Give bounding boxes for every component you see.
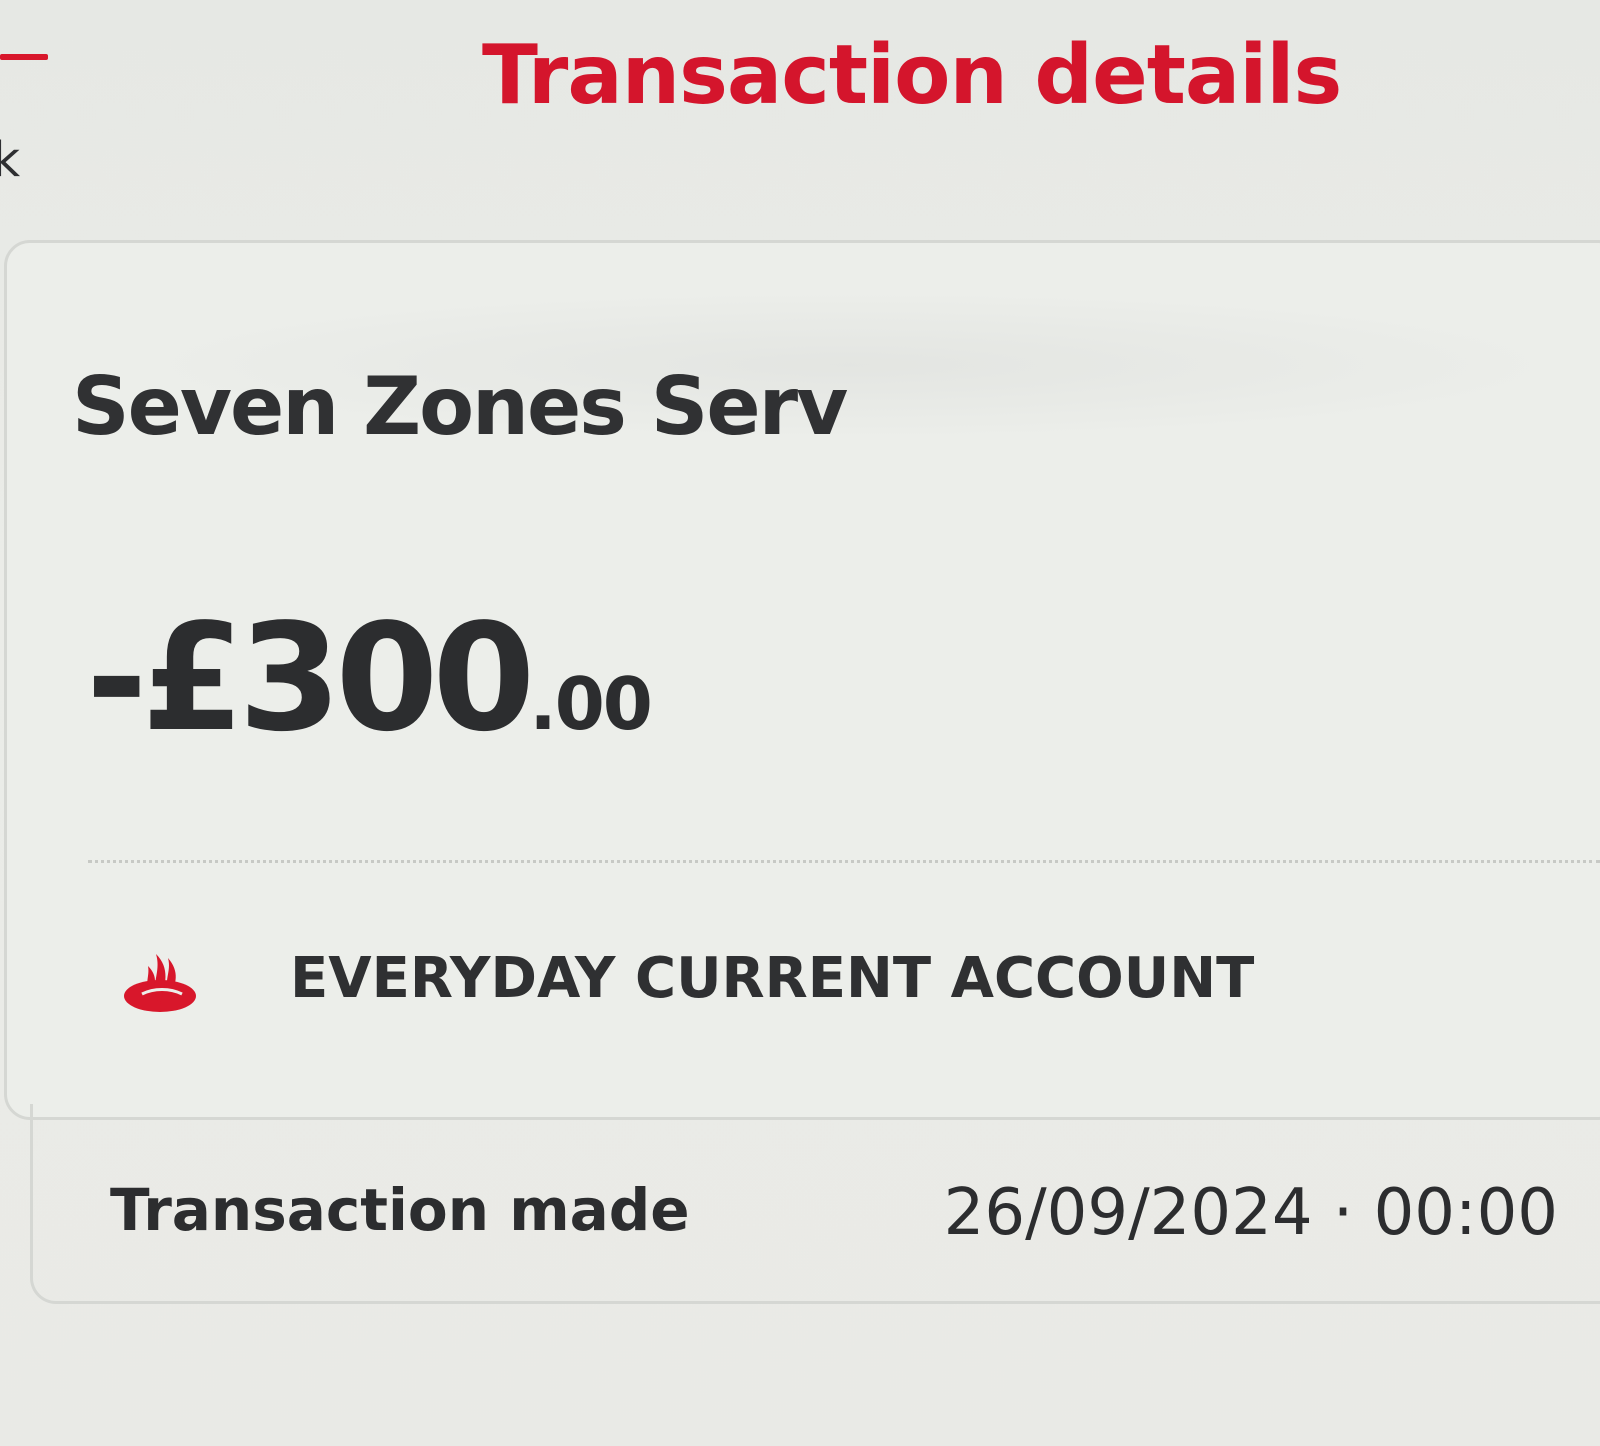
detail-row-transaction-made: Transaction made 26/09/2024 · 00:00 [110,1176,1600,1256]
merchant-name: Seven Zones Serv [72,360,848,453]
bank-flame-icon [124,954,196,1012]
account-row: EVERYDAY CURRENT ACCOUNT [120,940,1320,1020]
detail-label: Transaction made [110,1176,690,1244]
back-label: ck [0,132,21,188]
back-indicator [0,54,48,60]
amount-main: -£300 [86,592,535,764]
transaction-amount: -£300.00 [86,592,653,764]
page-title: Transaction details [482,28,1342,123]
divider [88,860,1600,863]
detail-value: 26/09/2024 · 00:00 [943,1176,1558,1250]
back-button[interactable]: ck [0,40,80,200]
amount-minor: .00 [529,662,653,746]
account-name: EVERYDAY CURRENT ACCOUNT [290,946,1255,1011]
